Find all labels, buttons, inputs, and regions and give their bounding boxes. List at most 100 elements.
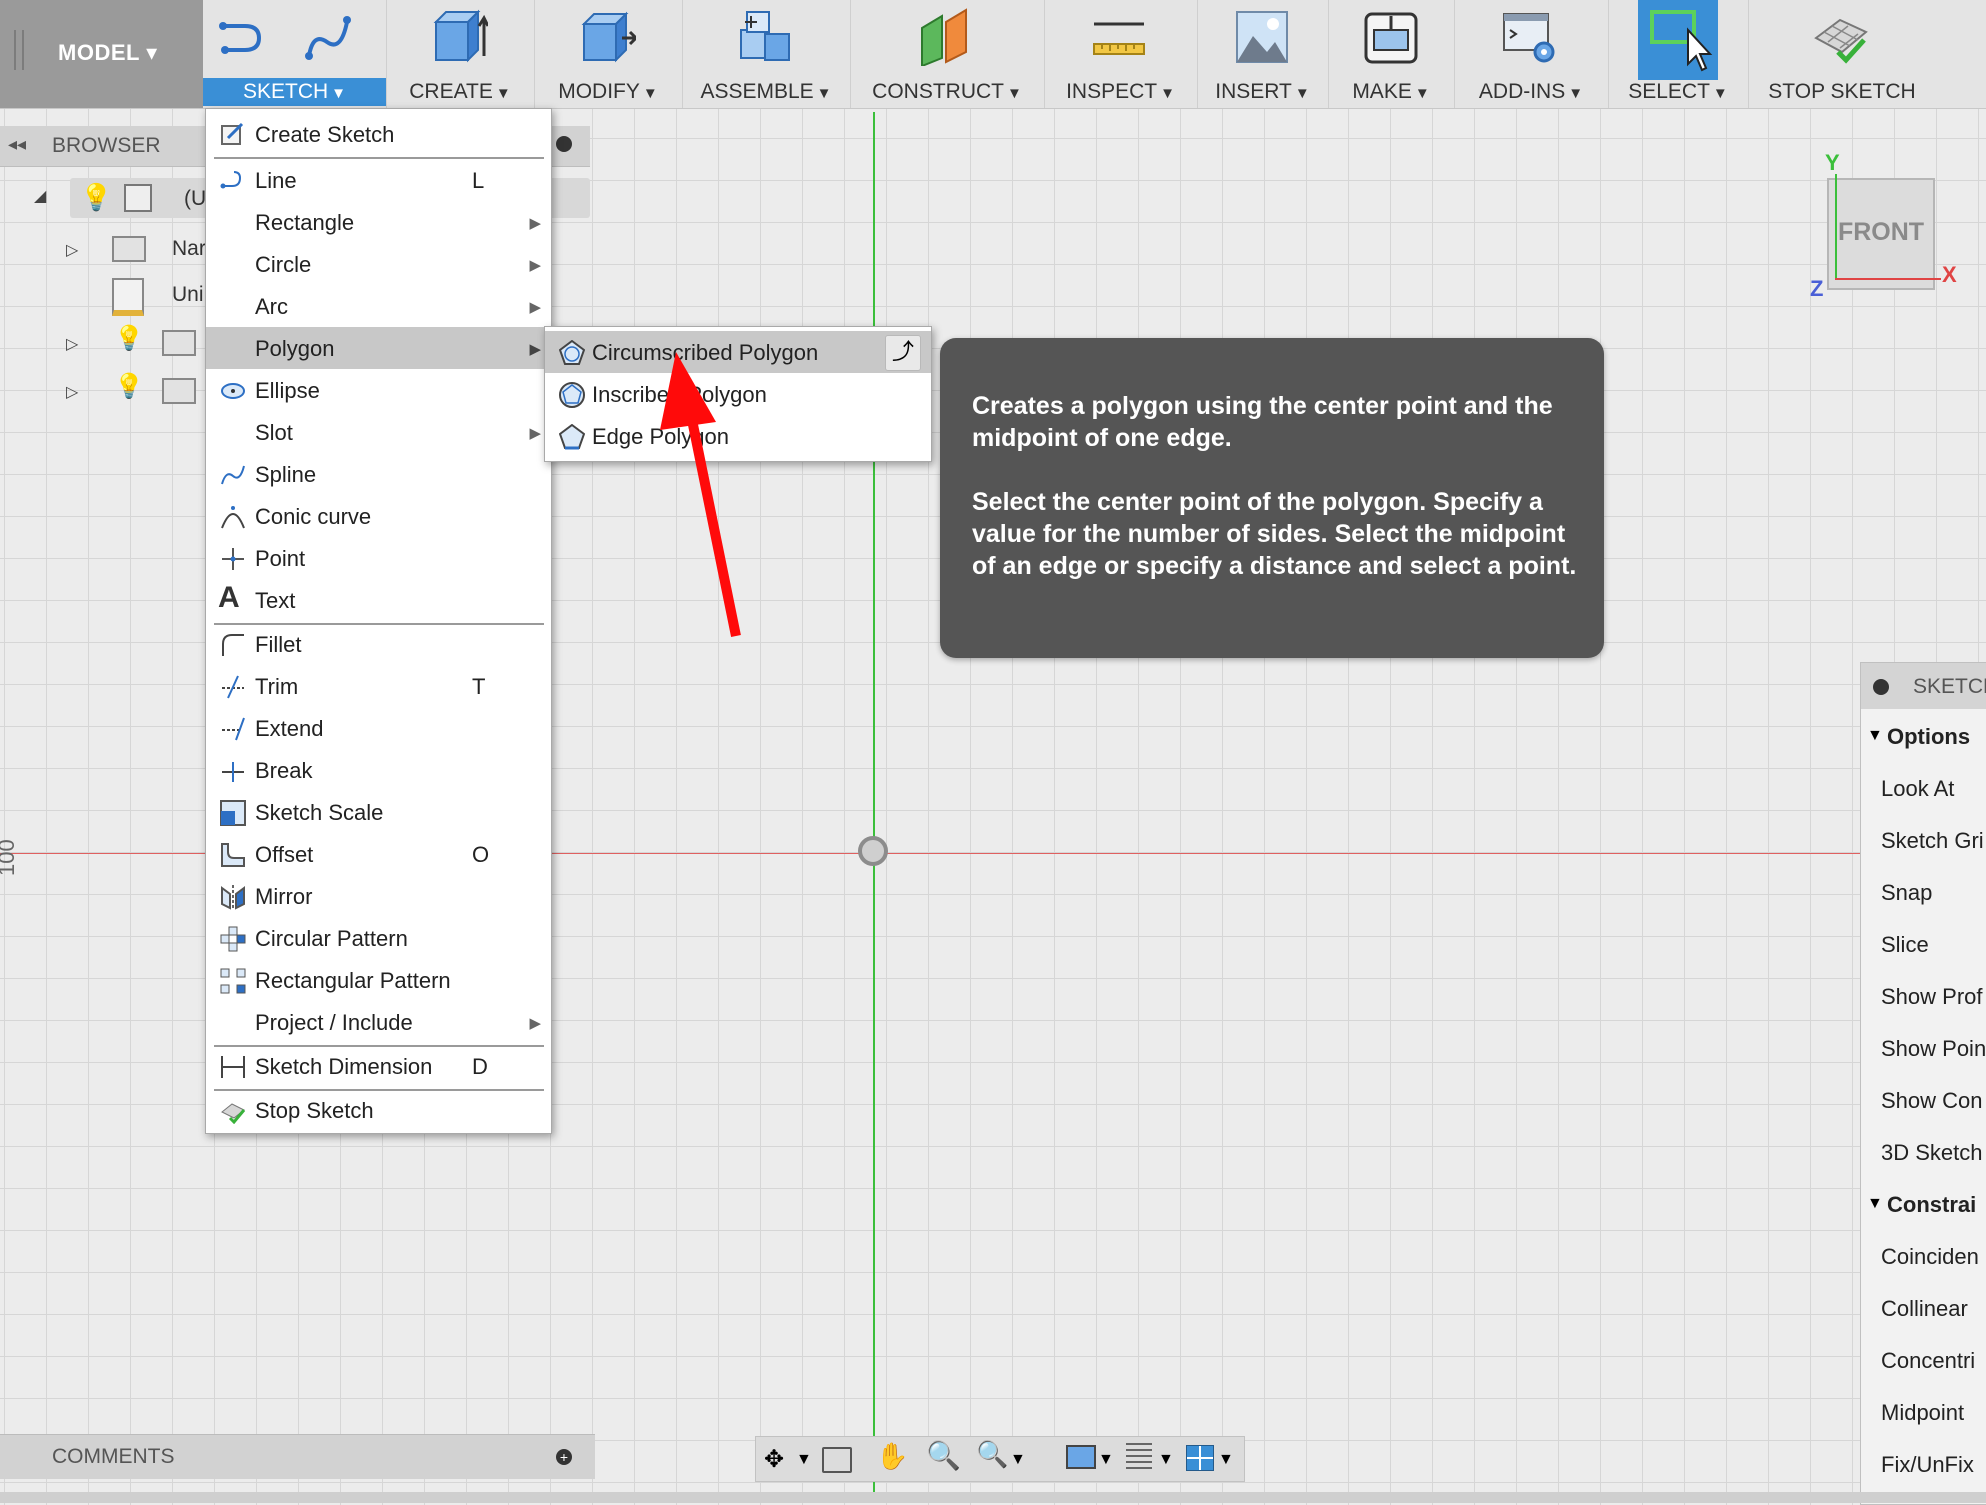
construct-plane-icon[interactable]	[918, 8, 976, 66]
palette-pin-icon[interactable]	[1873, 679, 1889, 695]
menu-circle[interactable]: Circle ▶	[206, 243, 551, 285]
construct-group[interactable]: CONSTRUCT ▼	[850, 0, 1045, 108]
collapse-browser-icon[interactable]: ◂◂	[8, 134, 26, 155]
modify-group-label[interactable]: MODIFY ▼	[534, 80, 682, 104]
zoom-dropdown-icon[interactable]: ▼	[1010, 1451, 1038, 1479]
menu-conic-curve[interactable]: Conic curve	[206, 495, 551, 537]
menu-offset[interactable]: Offset O	[206, 833, 551, 875]
menu-sketch-scale[interactable]: Sketch Scale	[206, 791, 551, 833]
menu-slot[interactable]: Slot ▶	[206, 411, 551, 453]
orbit-dropdown-icon[interactable]: ▼	[796, 1451, 824, 1479]
stop-sketch-label[interactable]: STOP SKETCH	[1748, 80, 1936, 104]
palette-option[interactable]: Snap	[1861, 867, 1986, 919]
palette-option[interactable]: Show Prof	[1861, 971, 1986, 1023]
insert-group[interactable]: INSERT ▼	[1197, 0, 1329, 108]
modify-group[interactable]: MODIFY ▼	[534, 0, 683, 108]
comments-panel-header[interactable]: COMMENTS +	[0, 1434, 595, 1479]
menu-trim[interactable]: Trim T	[206, 665, 551, 707]
inspect-group-label[interactable]: INSPECT ▼	[1044, 80, 1197, 104]
viewports-icon[interactable]	[1186, 1445, 1214, 1471]
menu-stop-sketch[interactable]: Stop Sketch	[206, 1089, 551, 1131]
add-comment-icon[interactable]: +	[556, 1449, 572, 1465]
view-cube-front-face[interactable]: FRONT	[1829, 218, 1933, 247]
repeat-command-icon[interactable]: ⤴	[885, 335, 921, 371]
palette-constraint[interactable]: Concentri	[1861, 1335, 1986, 1387]
palette-constraint[interactable]: Coinciden	[1861, 1231, 1986, 1283]
press-pull-icon[interactable]	[578, 8, 636, 66]
menu-sketch-dimension[interactable]: Sketch Dimension D	[206, 1045, 551, 1087]
view-cube[interactable]: FRONT	[1827, 178, 1935, 290]
sketch-palette-header[interactable]: SKETCH	[1861, 663, 1986, 709]
menu-spline[interactable]: Spline	[206, 453, 551, 495]
construct-group-label[interactable]: CONSTRUCT ▼	[850, 80, 1044, 104]
menu-text[interactable]: A Text	[206, 579, 551, 621]
display-settings-icon[interactable]	[1066, 1445, 1096, 1469]
stop-sketch-icon[interactable]	[1812, 8, 1870, 66]
visibility-bulb-icon[interactable]: 💡	[80, 182, 112, 213]
palette-option[interactable]: Show Con	[1861, 1075, 1986, 1127]
select-icon[interactable]	[1638, 0, 1718, 80]
collapse-triangle-icon[interactable]: ◢	[34, 186, 46, 206]
line-tool-icon[interactable]	[215, 8, 273, 66]
select-group-label[interactable]: SELECT ▼	[1608, 80, 1748, 104]
grip-handle[interactable]	[14, 30, 24, 70]
make-group-label[interactable]: MAKE ▼	[1328, 80, 1454, 104]
make-group[interactable]: MAKE ▼	[1328, 0, 1455, 108]
palette-option[interactable]: Show Poin	[1861, 1023, 1986, 1075]
measure-icon[interactable]	[1090, 8, 1148, 66]
bottom-scrollbar[interactable]	[0, 1492, 1986, 1503]
assemble-group-label[interactable]: ASSEMBLE ▼	[682, 80, 850, 104]
insert-group-label[interactable]: INSERT ▼	[1197, 80, 1328, 104]
menu-rectangular-pattern[interactable]: Rectangular Pattern	[206, 959, 551, 1001]
sketch-group-label[interactable]: SKETCH ▼	[203, 78, 386, 106]
create-group-label[interactable]: CREATE ▼	[386, 80, 534, 104]
menu-inscribed-polygon[interactable]: Inscribed Polygon	[545, 373, 931, 415]
palette-constraint[interactable]: Collinear	[1861, 1283, 1986, 1335]
orbit-icon[interactable]: ✥	[764, 1445, 792, 1473]
menu-mirror[interactable]: Mirror	[206, 875, 551, 917]
palette-constraint[interactable]: Fix/UnFix	[1861, 1439, 1986, 1491]
sketch-origin-point[interactable]	[858, 836, 888, 866]
constraints-section-header[interactable]: ▼ Constrai	[1861, 1179, 1986, 1231]
menu-extend[interactable]: Extend	[206, 707, 551, 749]
fit-icon[interactable]: 🔍	[976, 1439, 1008, 1469]
addins-group-label[interactable]: ADD-INS ▼	[1454, 80, 1608, 104]
display-dropdown-icon[interactable]: ▼	[1098, 1451, 1126, 1479]
viewports-dropdown-icon[interactable]: ▼	[1218, 1451, 1246, 1479]
options-section-header[interactable]: ▼ Options	[1861, 711, 1986, 763]
menu-fillet[interactable]: Fillet	[206, 623, 551, 665]
expand-triangle-icon[interactable]: ▷	[66, 382, 78, 402]
pan-hand-icon[interactable]: ✋	[876, 1441, 908, 1471]
palette-option[interactable]: Sketch Gri	[1861, 815, 1986, 867]
sketch-group[interactable]: SKETCH ▼	[203, 0, 387, 108]
3d-print-icon[interactable]	[1362, 8, 1420, 66]
menu-polygon[interactable]: Polygon ▶	[206, 327, 551, 369]
menu-circumscribed-polygon[interactable]: Circumscribed Polygon ⤴	[545, 331, 931, 373]
menu-circular-pattern[interactable]: Circular Pattern	[206, 917, 551, 959]
workspace-switcher[interactable]: MODEL ▾	[0, 0, 203, 108]
expand-triangle-icon[interactable]: ▷	[66, 334, 78, 354]
expand-triangle-icon[interactable]: ▷	[66, 240, 78, 260]
menu-create-sketch[interactable]: Create Sketch	[206, 113, 551, 155]
menu-point[interactable]: Point	[206, 537, 551, 579]
select-group[interactable]: SELECT ▼	[1608, 0, 1749, 108]
palette-option[interactable]: 3D Sketch	[1861, 1127, 1986, 1179]
stop-sketch-button[interactable]: STOP SKETCH	[1748, 0, 1936, 108]
grid-dropdown-icon[interactable]: ▼	[1158, 1451, 1186, 1479]
menu-project-include[interactable]: Project / Include ▶	[206, 1001, 551, 1043]
look-at-icon[interactable]	[822, 1447, 852, 1473]
zoom-icon[interactable]: 🔍	[926, 1439, 961, 1471]
menu-edge-polygon[interactable]: Edge Polygon	[545, 415, 931, 457]
menu-rectangle[interactable]: Rectangle ▶	[206, 201, 551, 243]
browser-pin-icon[interactable]	[556, 136, 572, 152]
insert-image-icon[interactable]	[1233, 8, 1291, 66]
visibility-bulb-icon[interactable]: 💡	[114, 324, 144, 353]
addins-group[interactable]: ADD-INS ▼	[1454, 0, 1609, 108]
visibility-bulb-icon[interactable]: 💡	[114, 372, 144, 401]
menu-break[interactable]: Break	[206, 749, 551, 791]
create-group[interactable]: CREATE ▼	[386, 0, 535, 108]
assemble-icon[interactable]	[737, 8, 795, 66]
menu-ellipse[interactable]: Ellipse	[206, 369, 551, 411]
scripts-addins-icon[interactable]	[1500, 8, 1558, 66]
assemble-group[interactable]: ASSEMBLE ▼	[682, 0, 851, 108]
